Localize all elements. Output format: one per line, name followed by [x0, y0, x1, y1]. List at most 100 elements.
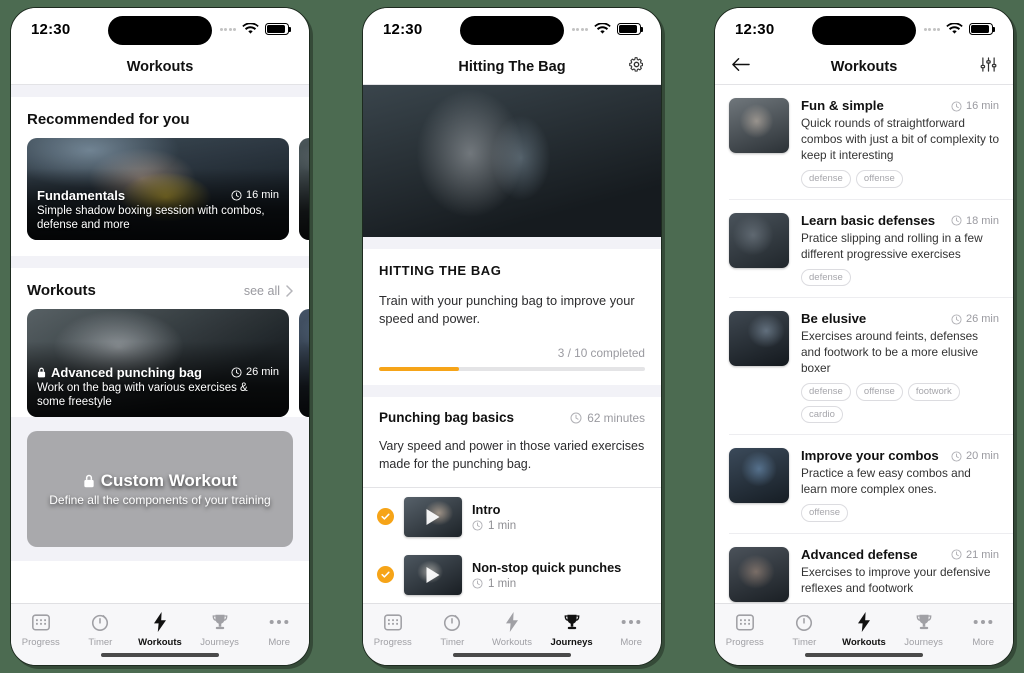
workout-description: Exercises around feints, defenses and fo… — [801, 329, 979, 376]
arrow-left-icon[interactable] — [731, 58, 750, 77]
ellipsis-icon — [620, 611, 642, 633]
journey-description: Train with your punching bag to improve … — [379, 293, 635, 327]
signal-dots-icon — [219, 27, 236, 31]
lock-icon — [37, 367, 46, 377]
tab-progress[interactable]: Progress — [363, 611, 423, 648]
phone-screen-workouts-list: 12:30 Workouts Fun & simple 16 min Quick… — [714, 7, 1014, 666]
exercise-duration: 1 min — [472, 520, 516, 532]
tab-workouts[interactable]: Workouts — [482, 611, 542, 648]
exercise-duration-text: 1 min — [488, 519, 517, 532]
home-indicator — [101, 652, 219, 657]
tab-label: More — [268, 637, 290, 648]
wifi-icon — [594, 23, 611, 35]
workout-name: Improve your combos — [801, 448, 939, 464]
exercise-thumbnail[interactable] — [404, 554, 462, 595]
workout-duration: 18 min — [951, 213, 999, 227]
home-indicator — [453, 652, 571, 657]
tab-more[interactable]: More — [601, 611, 661, 648]
tab-journeys[interactable]: Journeys — [894, 611, 954, 648]
workout-tags: defense offense — [801, 170, 999, 188]
workout-duration: 21 min — [951, 547, 999, 561]
tab-journeys[interactable]: Journeys — [542, 611, 602, 648]
workout-list-item[interactable]: Fun & simple 16 min Quick rounds of stra… — [715, 85, 1013, 199]
workout-name: Advanced defense — [801, 546, 918, 562]
completed-check-icon — [377, 566, 394, 584]
card-title: Fundamentals — [37, 187, 126, 203]
tab-label: Progress — [373, 637, 412, 648]
workout-duration-text: 21 min — [965, 548, 999, 561]
exercise-row[interactable]: Non-stop quick punches 1 min — [363, 546, 661, 603]
sliders-icon[interactable] — [980, 57, 997, 77]
tab-more[interactable]: More — [249, 611, 309, 648]
workout-thumbnail — [729, 546, 789, 602]
battery-icon — [265, 23, 292, 35]
status-bar: 12:30 — [363, 8, 661, 50]
tab-workouts[interactable]: Workouts — [834, 611, 894, 648]
custom-workout-card[interactable]: Custom Workout Define all the components… — [27, 431, 293, 547]
tab-label: Journeys — [904, 637, 943, 648]
wifi-icon — [946, 23, 963, 35]
tab-journeys[interactable]: Journeys — [190, 611, 250, 648]
workout-card[interactable]: Adv Work on some — [299, 138, 309, 240]
tab-progress[interactable]: Progress — [715, 611, 775, 648]
clock-icon — [951, 314, 962, 325]
workout-card[interactable]: Variety Follow a — [299, 309, 309, 417]
clock-icon — [231, 190, 242, 201]
trophy-icon — [914, 611, 934, 633]
nav-bar: Workouts — [11, 50, 309, 84]
bolt-icon — [150, 611, 170, 633]
tab-timer[interactable]: Timer — [423, 611, 483, 648]
workout-list-item[interactable]: Learn basic defenses 18 min Pratice slip… — [715, 200, 1013, 298]
section-spacer — [11, 256, 309, 268]
tab-progress[interactable]: Progress — [11, 611, 71, 648]
workout-description: Exercises to improve your defensive refl… — [801, 564, 991, 595]
card-title: Advanced punching bag — [37, 365, 202, 380]
tab-timer[interactable]: Timer — [71, 611, 131, 648]
tab-label: More — [972, 637, 994, 648]
workout-card[interactable]: Advanced punching bag 26 min Work on the… — [27, 309, 289, 417]
workout-name: Learn basic defenses — [801, 212, 936, 228]
workout-list-item[interactable]: Be elusive 26 min Exercises around feint… — [715, 298, 1013, 434]
scroll-content[interactable]: HITTING THE BAG Train with your punching… — [363, 85, 661, 603]
ellipsis-icon — [972, 611, 994, 633]
recommended-carousel[interactable]: Fundamentals 16 min Simple shadow boxing… — [11, 138, 309, 240]
see-all-link[interactable]: see all — [244, 284, 293, 298]
calendar-icon — [383, 611, 403, 633]
custom-workout-subtitle: Define all the components of your traini… — [49, 493, 271, 507]
clock-icon — [231, 367, 242, 378]
section-title: Workouts — [27, 282, 96, 299]
bolt-icon — [502, 611, 522, 633]
clock-icon — [951, 100, 962, 112]
battery-icon — [617, 23, 644, 35]
tab-timer[interactable]: Timer — [775, 611, 835, 648]
signal-dots-icon — [571, 27, 588, 31]
exercise-thumbnail[interactable] — [404, 496, 462, 537]
tab-more[interactable]: More — [953, 611, 1013, 648]
tab-label: Timer — [88, 637, 113, 648]
workout-card[interactable]: Fundamentals 16 min Simple shadow boxing… — [27, 138, 289, 240]
section-header-workouts: Workouts see all — [11, 268, 309, 309]
workout-name: Be elusive — [801, 311, 867, 327]
gear-icon[interactable] — [628, 56, 645, 78]
clock-icon — [570, 412, 582, 424]
workout-list-item[interactable]: Improve your combos 20 min Practice a fe… — [715, 435, 1013, 533]
tab-workouts[interactable]: Workouts — [130, 611, 190, 648]
scroll-content[interactable]: Recommended for you Fundamentals 16 min — [11, 85, 309, 603]
scroll-content[interactable]: Fun & simple 16 min Quick rounds of stra… — [715, 85, 1013, 603]
status-bar: 12:30 — [715, 8, 1013, 50]
workout-thumbnail — [729, 98, 789, 153]
tag: cardio — [801, 405, 843, 424]
workout-thumbnail — [729, 448, 789, 504]
journey-progress-bar — [379, 367, 645, 372]
calendar-icon — [735, 611, 755, 633]
exercise-row[interactable]: Intro 1 min — [363, 488, 661, 546]
clock-icon — [951, 215, 962, 226]
status-bar-time: 12:30 — [383, 20, 423, 38]
lesson-block: Punching bag basics 62 minutes Vary spee… — [363, 397, 661, 487]
workouts-carousel[interactable]: Advanced punching bag 26 min Work on the… — [11, 309, 309, 417]
workout-name: Fun & simple — [801, 98, 884, 113]
journey-kicker: HITTING THE BAG — [379, 263, 502, 278]
workout-list-item[interactable]: Advanced defense 21 min Exercises to imp… — [715, 534, 1013, 603]
lesson-duration-text: 62 minutes — [587, 410, 645, 425]
tag: footwork — [907, 383, 960, 401]
